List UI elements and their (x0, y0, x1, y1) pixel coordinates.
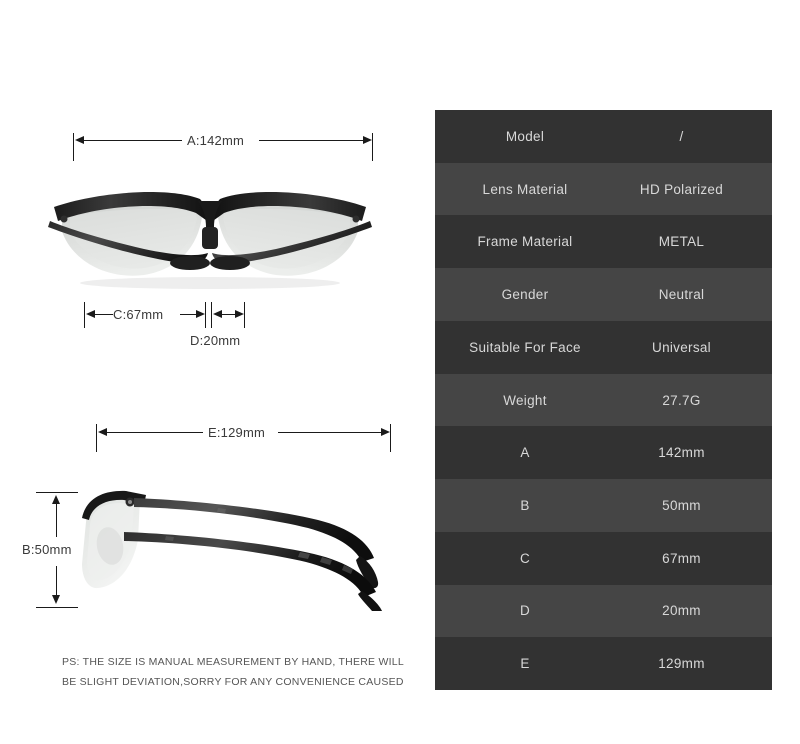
dimension-d-witness-right (244, 302, 245, 328)
dimension-a-label: A:142mm (187, 133, 245, 148)
spec-label: Frame Material (477, 234, 573, 250)
table-row: Weight 27.7G (435, 373, 772, 427)
dimension-e-line-right (278, 432, 381, 433)
dimension-c-witness-left (84, 302, 85, 328)
spec-value: METAL (658, 234, 705, 250)
dimension-b-line-bottom (56, 566, 57, 595)
sunglasses-front-view (40, 183, 380, 295)
table-row: Gender Neutral (435, 268, 772, 321)
dimension-c-witness-right (205, 302, 206, 328)
table-row: Frame Material METAL (435, 215, 772, 269)
sunglasses-side-view (68, 478, 408, 613)
specification-table: Model / Lens Material HD Polarized Frame… (435, 110, 772, 691)
dimension-e-witness-right (390, 424, 391, 452)
dimension-a-arrow-right (363, 136, 372, 144)
dimension-b-label: B:50mm (22, 542, 72, 557)
spec-value: Neutral (658, 287, 705, 303)
table-row: B 50mm (435, 479, 772, 532)
table-row: Lens Material HD Polarized (435, 162, 772, 216)
dimension-c-arrow-left (86, 310, 95, 318)
spec-value: 27.7G (662, 392, 701, 408)
disclaimer-line-2: BE SLIGHT DEVIATION,SORRY FOR ANY CONVEN… (62, 676, 404, 688)
spec-label: E (520, 656, 530, 672)
dimension-c-line-left (95, 314, 113, 315)
table-row: A 142mm (435, 426, 772, 480)
dimension-b-line-top (56, 504, 57, 537)
table-row: C 67mm (435, 531, 772, 585)
spec-value: Universal (652, 339, 711, 355)
spec-label: D (519, 603, 531, 619)
dimension-c-line-right (180, 314, 196, 315)
dimension-d-arrow-right (235, 310, 244, 318)
table-row: Model / (435, 110, 772, 163)
spec-value: / (679, 128, 684, 144)
dimension-a-witness-left (73, 133, 74, 161)
table-row: E 129mm (435, 637, 772, 691)
spec-label: A (520, 445, 530, 461)
spec-label: B (520, 498, 530, 513)
table-row: Suitable For Face Universal (435, 320, 772, 374)
dimension-a-witness-right (372, 133, 373, 161)
spec-label: Suitable For Face (469, 339, 581, 355)
dimension-e-witness-left (96, 424, 97, 452)
dimension-c-label: C:67mm (113, 307, 164, 322)
measurement-disclaimer: PS: THE SIZE IS MANUAL MEASUREMENT BY HA… (62, 652, 412, 692)
spec-value: 20mm (662, 603, 701, 619)
dimension-a-line-left (84, 140, 182, 141)
table-row: D 20mm (435, 584, 772, 638)
spec-label: Gender (501, 287, 549, 303)
dimension-d-label: D:20mm (190, 333, 241, 348)
dimension-a-arrow-left (75, 136, 84, 144)
spec-label: Lens Material (482, 181, 568, 197)
spec-value: 129mm (658, 656, 705, 672)
spec-label: Model (505, 128, 545, 144)
spec-value: 142mm (658, 445, 705, 461)
disclaimer-line-1: PS: THE SIZE IS MANUAL MEASUREMENT BY HA… (62, 656, 404, 668)
dimension-e-arrow-left (98, 428, 107, 436)
dimension-e-arrow-right (381, 428, 390, 436)
dimension-d-line (222, 314, 235, 315)
dimension-d-arrow-left (213, 310, 222, 318)
spec-value: HD Polarized (639, 181, 724, 197)
spec-value: 50mm (662, 498, 701, 513)
dimension-e-label: E:129mm (208, 425, 266, 440)
spec-value: 67mm (662, 550, 701, 566)
dimension-a-line-right (259, 140, 363, 141)
dimension-e-line-left (107, 432, 203, 433)
spec-label: Weight (503, 392, 547, 408)
dimension-d-witness-left (211, 302, 212, 328)
dimension-b-arrow-top (52, 495, 60, 504)
diagram-panel: A:142mm C:67mm D:20mm E:129mm B:50mm PS:… (0, 0, 435, 744)
dimension-c-arrow-right (196, 310, 205, 318)
dimension-b-arrow-bottom (52, 595, 60, 604)
spec-label: C (519, 550, 531, 566)
